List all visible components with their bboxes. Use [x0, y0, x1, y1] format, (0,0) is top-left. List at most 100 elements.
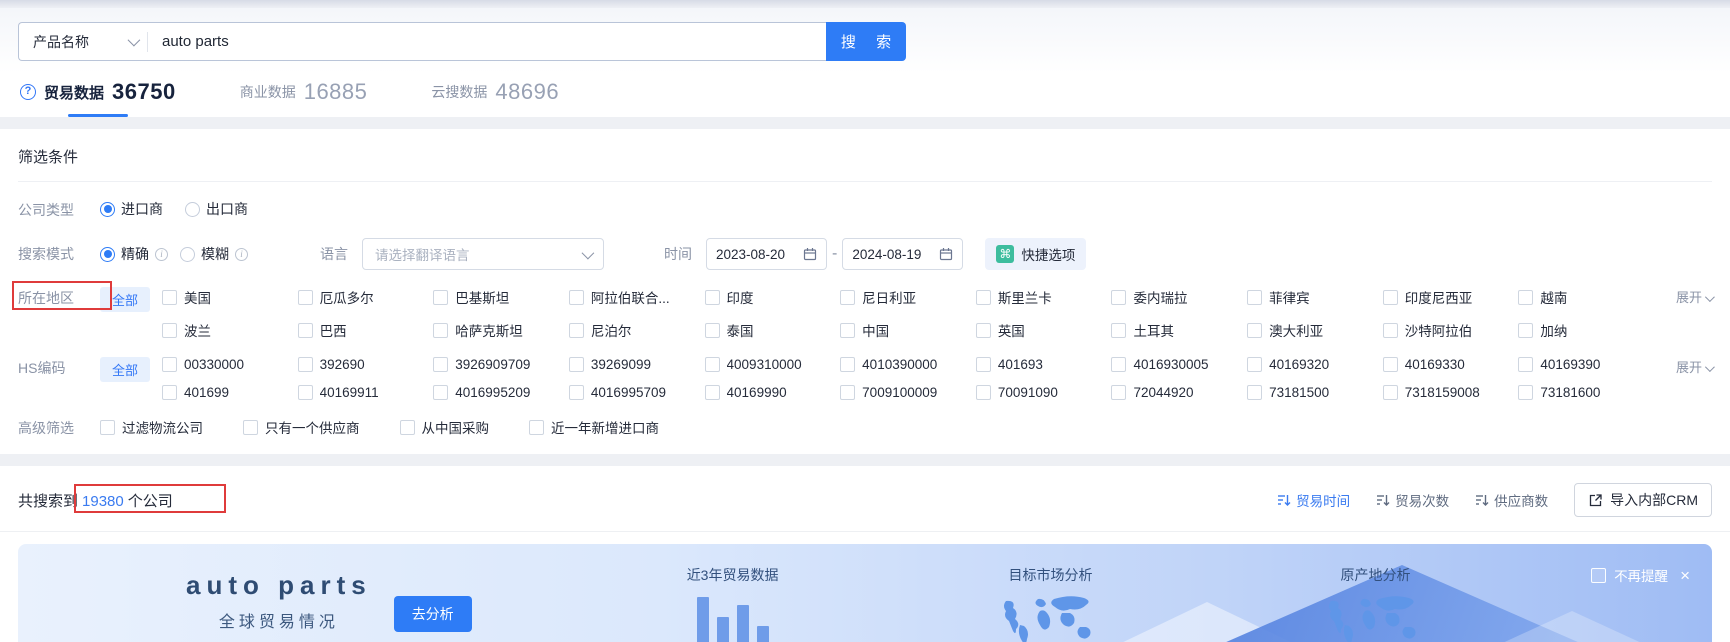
region-checkbox-item[interactable]: 印度: [704, 287, 841, 307]
region-checkbox-item[interactable]: 委内瑞拉: [1111, 287, 1247, 307]
checkbox[interactable]: [1111, 322, 1127, 338]
checkbox[interactable]: [1382, 357, 1398, 372]
hs-checkbox-item[interactable]: 7318159008: [1382, 385, 1519, 400]
checkbox[interactable]: [1518, 322, 1534, 338]
hs-all-chip[interactable]: 全部: [100, 357, 151, 382]
region-checkbox-item[interactable]: 哈萨克斯坦: [433, 320, 569, 340]
checkbox[interactable]: [162, 357, 177, 372]
radio-selected-icon[interactable]: [100, 246, 115, 262]
checkbox[interactable]: [297, 385, 313, 400]
search-input[interactable]: [148, 33, 826, 50]
checkbox[interactable]: [975, 385, 991, 400]
checkbox[interactable]: [704, 322, 720, 338]
radio-selected-icon[interactable]: [100, 201, 115, 217]
checkbox[interactable]: [1111, 357, 1127, 372]
checkbox[interactable]: [975, 322, 991, 338]
checkbox[interactable]: [162, 322, 177, 338]
checkbox[interactable]: [975, 289, 991, 305]
region-checkbox-item[interactable]: 斯里兰卡: [975, 287, 1112, 307]
hs-checkbox-item[interactable]: 70091090: [975, 385, 1112, 400]
checkbox[interactable]: [1518, 385, 1534, 400]
checkbox[interactable]: [100, 419, 115, 435]
start-date-input[interactable]: 2023-08-20: [706, 238, 827, 270]
region-checkbox-item[interactable]: 英国: [975, 320, 1112, 340]
advanced-checkbox-item[interactable]: 从中国采购: [399, 417, 489, 437]
hs-checkbox-item[interactable]: 40169330: [1382, 357, 1519, 372]
hs-checkbox-item[interactable]: 73181500: [1247, 385, 1383, 400]
radio-exact[interactable]: 精确 i: [100, 244, 168, 264]
info-icon[interactable]: i: [235, 247, 248, 261]
checkbox[interactable]: [1382, 322, 1398, 338]
checkbox[interactable]: [1111, 385, 1127, 400]
checkbox[interactable]: [568, 322, 584, 338]
tab-trade-data[interactable]: ? 贸易数据 36750: [20, 79, 176, 117]
analyze-button[interactable]: 去分析: [393, 595, 472, 632]
checkbox[interactable]: [568, 289, 584, 305]
radio-icon[interactable]: [180, 246, 195, 262]
checkbox[interactable]: [975, 357, 991, 372]
hs-checkbox-item[interactable]: 4009310000: [704, 357, 841, 372]
radio-icon[interactable]: [185, 201, 200, 217]
checkbox[interactable]: [704, 289, 720, 305]
region-all-chip[interactable]: 全部: [100, 287, 151, 312]
hs-checkbox-item[interactable]: 40169390: [1518, 357, 1654, 372]
region-checkbox-item[interactable]: 澳大利亚: [1247, 320, 1383, 340]
checkbox[interactable]: [840, 385, 856, 400]
checkbox[interactable]: [1518, 357, 1534, 372]
region-checkbox-item[interactable]: 土耳其: [1111, 320, 1247, 340]
tab-business-data[interactable]: 商业数据 16885: [240, 79, 368, 117]
hs-checkbox-item[interactable]: 40169990: [704, 385, 841, 400]
advanced-checkbox-item[interactable]: 只有一个供应商: [243, 417, 360, 437]
checkbox[interactable]: [704, 357, 720, 372]
region-checkbox-item[interactable]: 巴西: [297, 320, 434, 340]
region-checkbox-item[interactable]: 巴基斯坦: [433, 287, 569, 307]
checkbox[interactable]: [1518, 289, 1534, 305]
region-checkbox-item[interactable]: 美国: [162, 287, 298, 307]
checkbox[interactable]: [568, 385, 584, 400]
hs-checkbox-item[interactable]: 3926909709: [433, 357, 569, 372]
checkbox[interactable]: [243, 419, 258, 435]
region-checkbox-item[interactable]: 沙特阿拉伯: [1382, 320, 1519, 340]
checkbox[interactable]: [433, 322, 449, 338]
region-checkbox-item[interactable]: 菲律宾: [1247, 287, 1383, 307]
hs-checkbox-item[interactable]: 7009100009: [840, 385, 976, 400]
region-checkbox-item[interactable]: 中国: [840, 320, 976, 340]
region-checkbox-item[interactable]: 泰国: [704, 320, 841, 340]
hs-checkbox-item[interactable]: 73181600: [1518, 385, 1654, 400]
checkbox[interactable]: [568, 357, 584, 372]
checkbox[interactable]: [162, 385, 177, 400]
hs-checkbox-item[interactable]: 401699: [162, 385, 298, 400]
tab-cloud-search-data[interactable]: 云搜数据 48696: [431, 79, 559, 117]
hs-checkbox-item[interactable]: 4016995209: [433, 385, 569, 400]
checkbox[interactable]: [297, 357, 313, 372]
checkbox[interactable]: [162, 289, 177, 305]
region-checkbox-item[interactable]: 越南: [1518, 287, 1654, 307]
region-checkbox-item[interactable]: 波兰: [162, 320, 298, 340]
question-circle-icon[interactable]: ?: [20, 84, 36, 100]
language-select[interactable]: 请选择翻译语言: [362, 238, 604, 270]
hs-checkbox-item[interactable]: 401693: [975, 357, 1112, 372]
close-icon[interactable]: ×: [1680, 567, 1690, 584]
checkbox[interactable]: [1247, 385, 1263, 400]
checkbox[interactable]: [1247, 289, 1263, 305]
end-date-input[interactable]: 2024-08-19: [842, 238, 964, 270]
sort-trade-time[interactable]: 贸易时间: [1277, 490, 1350, 510]
hs-checkbox-item[interactable]: 72044920: [1111, 385, 1247, 400]
search-button[interactable]: 搜 索: [826, 22, 906, 61]
checkbox[interactable]: [1247, 322, 1263, 338]
advanced-checkbox-item[interactable]: 近一年新增进口商: [529, 417, 659, 437]
dismiss-checkbox[interactable]: [1591, 567, 1607, 583]
checkbox[interactable]: [1382, 385, 1398, 400]
checkbox[interactable]: [840, 322, 856, 338]
region-checkbox-item[interactable]: 尼泊尔: [568, 320, 705, 340]
checkbox[interactable]: [297, 322, 313, 338]
checkbox[interactable]: [529, 419, 544, 435]
checkbox[interactable]: [840, 289, 856, 305]
hs-checkbox-item[interactable]: 40169911: [297, 385, 434, 400]
hs-checkbox-item[interactable]: 39269099: [568, 357, 705, 372]
checkbox[interactable]: [433, 289, 449, 305]
hs-checkbox-item[interactable]: 392690: [297, 357, 434, 372]
info-icon[interactable]: i: [155, 247, 168, 261]
checkbox[interactable]: [704, 385, 720, 400]
checkbox[interactable]: [433, 385, 449, 400]
